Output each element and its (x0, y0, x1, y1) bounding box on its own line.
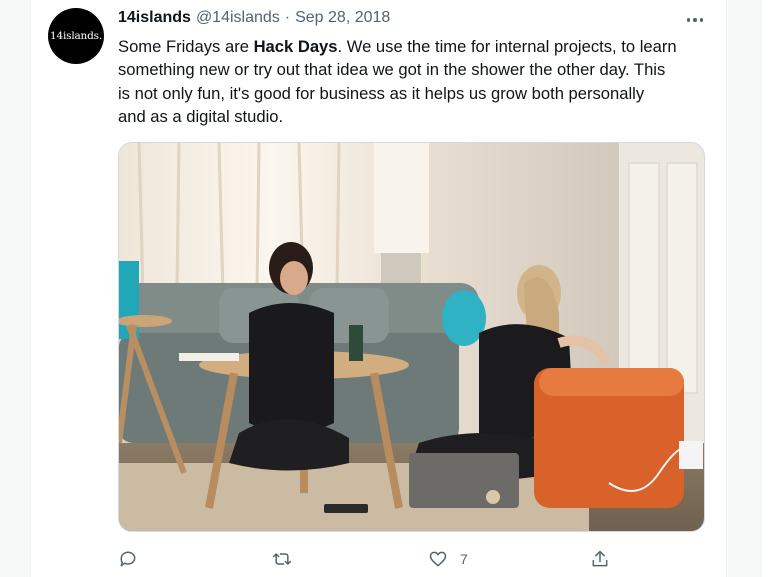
more-dot-icon (699, 18, 704, 22)
retweet-icon (272, 553, 292, 565)
reply-icon (120, 551, 136, 567)
share-icon (592, 550, 608, 567)
tweet-date[interactable]: Sep 28, 2018 (295, 9, 390, 27)
tweet-actions: 7 (118, 545, 718, 573)
author-name[interactable]: 14islands (118, 9, 191, 27)
right-panel-edge (762, 0, 768, 577)
hashtag-bold: Hack Days (253, 37, 338, 56)
tweet-text-line: is not only fun, it's good for business … (118, 83, 645, 103)
author-handle[interactable]: @14islands (196, 9, 280, 27)
tweet-text: Some Fridays are Hack Days. We use the t… (118, 35, 718, 128)
separator-dot: · (284, 9, 291, 26)
tweet-text-line: Some Fridays are Hack Days. We use the t… (118, 37, 677, 56)
more-dot-icon (686, 18, 691, 22)
more-dot-icon (693, 18, 697, 22)
avatar-text: 14islands. (50, 30, 102, 42)
tweet-header: 14islands @14islands · Sep 28, 2018 (118, 9, 390, 31)
heart-icon (429, 551, 447, 567)
retweet-button[interactable] (272, 545, 292, 573)
tweet-text-line: and as a digital studio. (118, 106, 284, 126)
photo-illustration (119, 143, 704, 531)
like-button[interactable]: 7 (428, 545, 468, 573)
tweet-text-line: something new or try out that idea we go… (118, 60, 666, 80)
avatar[interactable]: 14islands. (48, 8, 104, 64)
share-button[interactable] (590, 545, 610, 573)
more-options-button[interactable] (680, 10, 710, 30)
tweet-photo[interactable] (118, 142, 705, 532)
like-count: 7 (460, 551, 468, 567)
reply-button[interactable] (118, 545, 138, 573)
